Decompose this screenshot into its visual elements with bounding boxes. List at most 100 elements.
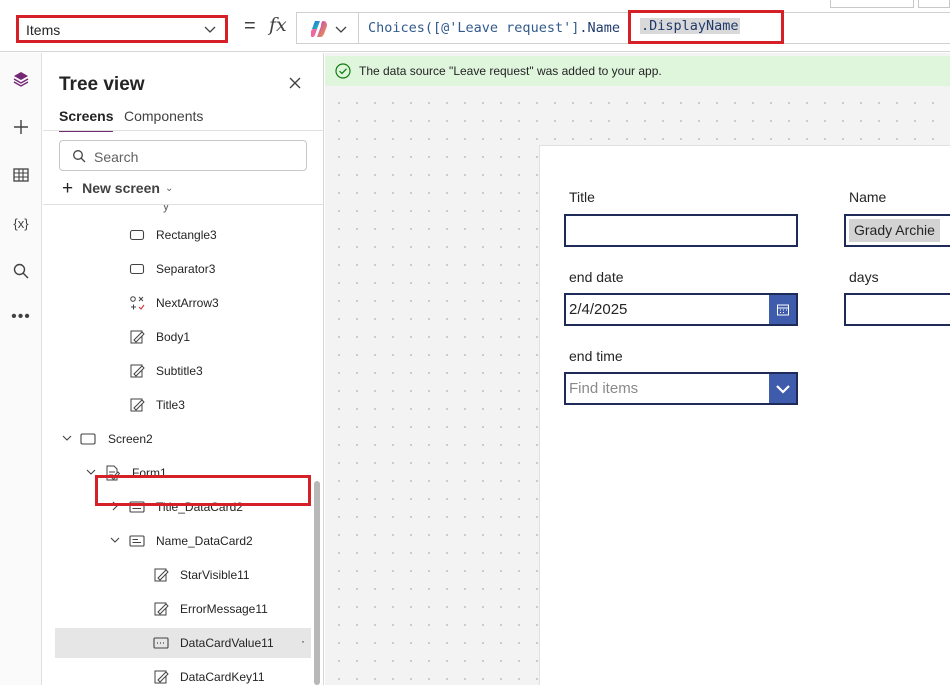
search-icon[interactable]	[8, 258, 34, 284]
equals-sign: =	[244, 15, 256, 37]
text-label-icon	[154, 568, 169, 582]
datacard-icon	[129, 501, 145, 513]
combobox-icon	[153, 637, 169, 649]
scrollbar[interactable]	[314, 481, 320, 685]
divider	[43, 130, 324, 131]
insert-icon[interactable]	[8, 114, 34, 140]
more-icon[interactable]: •••	[8, 304, 34, 330]
tree-item-datacard[interactable]: Title_DataCard2	[43, 492, 313, 522]
formula-highlighted-text: .DisplayName	[640, 18, 740, 34]
property-dropdown[interactable]: Items	[16, 15, 228, 43]
property-value: Items	[26, 22, 61, 38]
tree-item-label: Title3	[156, 398, 185, 412]
chevron-down-icon: ⌄	[164, 182, 174, 194]
tree-item[interactable]: Subtitle3	[43, 356, 313, 386]
chevron-down-icon[interactable]	[61, 432, 73, 444]
chevron-down-icon	[204, 26, 216, 33]
datacard-icon	[129, 535, 145, 547]
title-label: Title	[569, 189, 595, 205]
rectangle-icon	[129, 229, 145, 241]
tree-item-label: Screen2	[108, 432, 153, 446]
title-input[interactable]	[564, 214, 798, 247]
tree-view-icon[interactable]	[8, 66, 34, 92]
plus-icon: +	[62, 177, 74, 199]
tree-item[interactable]: ErrorMessage11	[43, 594, 313, 624]
more-options-icon[interactable]: ·	[301, 634, 305, 648]
new-screen-button[interactable]: + New screen ⌄	[62, 178, 173, 198]
tree-item[interactable]: Title3	[43, 390, 313, 420]
text-label-icon	[130, 330, 145, 344]
tree-item-label: DataCardKey11	[180, 670, 265, 684]
name-selected-chip[interactable]: Grady Archie	[849, 219, 940, 242]
name-label: Name	[849, 189, 887, 205]
tree-item[interactable]: NextArrow3	[43, 288, 313, 318]
formula-argument: [@'Leave request']	[433, 20, 580, 36]
tree-item-label: ErrorMessage11	[180, 602, 268, 616]
search-input[interactable]: Search	[59, 140, 307, 171]
tree-item-label: Form1	[132, 466, 167, 480]
tree-item-label: Title_DataCard2	[156, 500, 243, 514]
tree-item-label: Subtitle3	[156, 364, 203, 378]
formula-property: .Name	[579, 20, 620, 36]
tree-item[interactable]: StarVisible11	[43, 560, 313, 590]
search-icon	[73, 150, 86, 163]
formula-input[interactable]: Choices([@'Leave request'].Name .Display…	[358, 10, 950, 44]
canvas-area: The data source "Leave request" was adde…	[325, 53, 950, 685]
new-screen-label: New screen	[82, 180, 160, 196]
fx-icon: fx	[269, 14, 287, 36]
end-time-label: end time	[569, 348, 623, 364]
formula-function: Choices(	[368, 20, 434, 36]
tree-item[interactable]: Rectangle3	[43, 220, 313, 250]
end-time-placeholder: Find items	[569, 380, 639, 397]
notification-bar: The data source "Leave request" was adde…	[325, 56, 950, 86]
dropdown-button[interactable]	[769, 374, 796, 403]
success-check-icon	[335, 63, 351, 79]
text-label-icon	[154, 670, 169, 684]
tree-item-datacard[interactable]: Name_DataCard2	[43, 526, 313, 556]
tree-item-selected[interactable]: DataCardValue11 ·	[55, 628, 311, 658]
chevron-down-icon[interactable]	[109, 534, 121, 546]
tab-components[interactable]: Components	[124, 108, 203, 124]
tree-item-label: Body1	[156, 330, 191, 344]
chevron-right-icon[interactable]	[109, 500, 121, 512]
tree-view-panel: Tree view Screens Components Search + Ne…	[43, 53, 324, 685]
text-label-icon	[154, 602, 169, 616]
clipped-item-fragment: y	[163, 205, 169, 213]
notification-message: The data source "Leave request" was adde…	[359, 64, 662, 78]
left-rail: {x} •••	[0, 53, 42, 685]
close-icon[interactable]	[287, 75, 303, 91]
copilot-button[interactable]	[296, 12, 358, 44]
formula-text: Choices([@'Leave request'].Name	[368, 20, 620, 36]
days-label: days	[849, 269, 879, 285]
text-label-icon	[130, 398, 145, 412]
search-placeholder: Search	[94, 149, 139, 165]
chevron-down-icon[interactable]	[85, 466, 97, 478]
end-time-combobox[interactable]: Find items	[564, 372, 798, 405]
rectangle-icon	[129, 263, 145, 275]
name-combobox[interactable]: Grady Archie	[844, 214, 950, 247]
tree-item-label: Separator3	[156, 262, 216, 276]
top-toolbar-edge	[830, 0, 950, 8]
tree-item-label: Name_DataCard2	[156, 534, 253, 548]
tree-item-label: StarVisible11	[180, 568, 250, 582]
text-label-icon	[130, 364, 145, 378]
copilot-icon	[311, 21, 327, 37]
screen-icon	[80, 433, 96, 445]
tree-item[interactable]: DataCardKey11	[43, 662, 313, 685]
tab-screens[interactable]: Screens	[59, 108, 114, 132]
tree-item-screen[interactable]: Screen2	[43, 424, 313, 454]
tree-item[interactable]: Body1	[43, 322, 313, 352]
data-icon[interactable]	[8, 162, 34, 188]
tree-item-form[interactable]: Form1	[43, 458, 313, 488]
end-date-label: end date	[569, 269, 624, 285]
chevron-down-icon	[335, 26, 347, 33]
variables-icon[interactable]: {x}	[8, 210, 34, 236]
tree-item[interactable]: Separator3	[43, 254, 313, 284]
calendar-button[interactable]	[769, 295, 796, 324]
tree-item-label: NextArrow3	[156, 296, 219, 310]
end-date-value: 2/4/2025	[569, 301, 628, 318]
formula-bar: Items = fx Choices([@'Leave request'].Na…	[0, 0, 950, 52]
end-date-picker[interactable]: 2/4/2025	[564, 293, 798, 326]
tree-item-label: Rectangle3	[156, 228, 217, 242]
days-input[interactable]	[844, 293, 950, 326]
